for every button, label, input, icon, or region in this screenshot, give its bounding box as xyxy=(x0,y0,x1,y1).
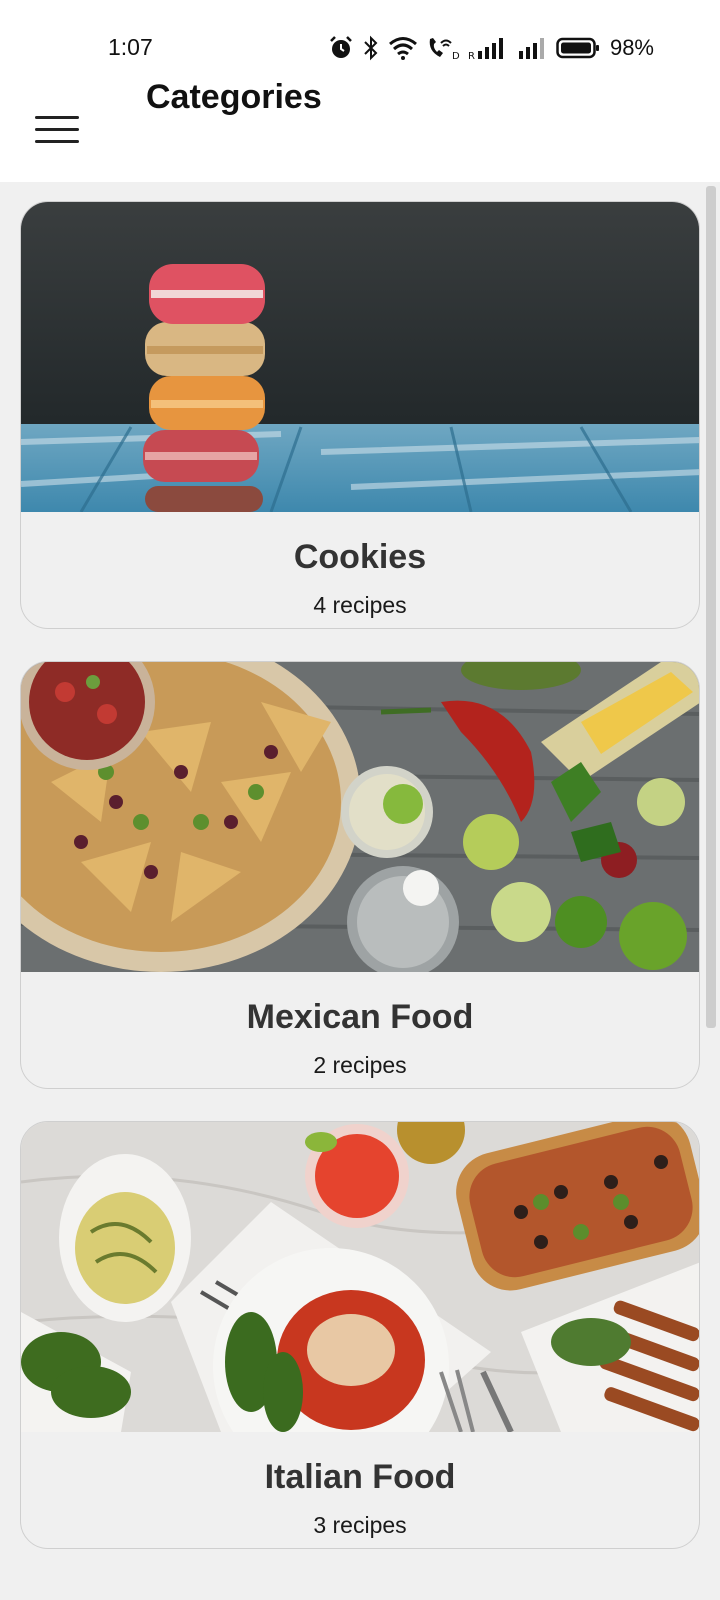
status-bar: 1:07 D R 98% xyxy=(0,0,720,78)
category-card-mexican-food[interactable]: Mexican Food 2 recipes xyxy=(20,661,700,1089)
alarm-icon xyxy=(330,36,352,58)
category-card-cookies[interactable]: Cookies 4 recipes xyxy=(20,201,700,629)
status-time: 1:07 xyxy=(108,34,153,60)
battery-icon xyxy=(556,37,599,59)
scrollbar[interactable] xyxy=(706,186,716,1028)
wifi-call-icon: D xyxy=(429,38,460,61)
app-bar: Categories xyxy=(0,78,720,182)
category-list[interactable]: Cookies 4 recipes Mexican Food 2 recipes… xyxy=(0,182,720,1600)
signal-icon: R xyxy=(468,38,503,61)
svg-text:D: D xyxy=(452,51,460,61)
category-title: Mexican Food xyxy=(246,998,474,1036)
category-recipe-count: 3 recipes xyxy=(313,1512,407,1538)
battery-percent: 98% xyxy=(609,35,654,60)
status-icons: D R 98% xyxy=(328,34,654,62)
page-title: Categories xyxy=(146,78,322,116)
category-title: Cookies xyxy=(293,538,427,576)
category-card-italian-food[interactable]: Italian Food 3 recipes xyxy=(20,1121,700,1549)
category-recipe-count: 4 recipes xyxy=(313,592,407,618)
wifi-icon xyxy=(388,37,417,60)
category-image-italian-food xyxy=(21,1122,699,1432)
svg-text:R: R xyxy=(468,51,475,61)
category-image-mexican-food xyxy=(21,662,699,972)
category-image-cookies xyxy=(21,202,699,512)
category-recipe-count: 2 recipes xyxy=(313,1052,407,1078)
hamburger-menu-icon xyxy=(35,116,79,143)
category-title: Italian Food xyxy=(264,1458,456,1496)
signal-icon-2 xyxy=(518,38,544,59)
bluetooth-icon xyxy=(364,35,378,61)
menu-button[interactable] xyxy=(26,100,88,160)
